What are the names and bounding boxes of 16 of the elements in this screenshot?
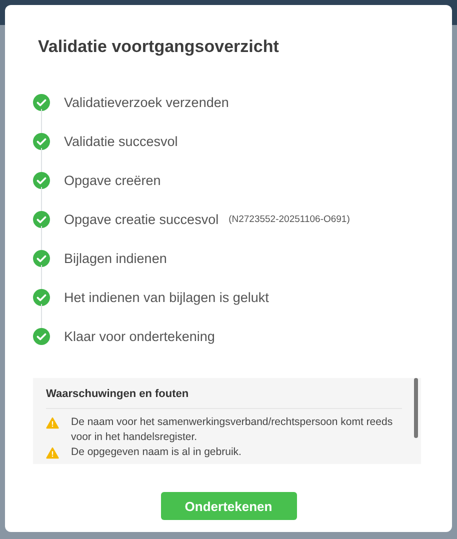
step-label: Het indienen van bijlagen is gelukt	[64, 290, 269, 305]
step-label: Klaar voor ondertekening	[64, 329, 215, 344]
step-label: Opgave creatie succesvol	[64, 212, 219, 227]
step-detail: (N2723552-20251106-O691)	[228, 214, 350, 225]
step-label: Validatieverzoek verzenden	[64, 95, 229, 110]
panel-title: Waarschuwingen en fouten	[46, 388, 402, 409]
scrollbar[interactable]	[414, 378, 418, 438]
step-label: Bijlagen indienen	[64, 251, 167, 266]
dialog-title: Validatie voortgangsoverzicht	[38, 37, 280, 57]
sign-button[interactable]: Ondertekenen	[160, 492, 296, 520]
warning-icon	[46, 447, 59, 459]
warning-message: De opgegeven naam is al in gebruik.	[71, 445, 242, 460]
warning-message: De naam voor het samenwerkingsverband/rechtspersoon komt reeds voor in het handelsregister.	[71, 415, 394, 445]
step-label: Opgave creëren	[64, 173, 161, 188]
step-label: Validatie succesvol	[64, 134, 178, 149]
warning-icon	[46, 417, 59, 429]
